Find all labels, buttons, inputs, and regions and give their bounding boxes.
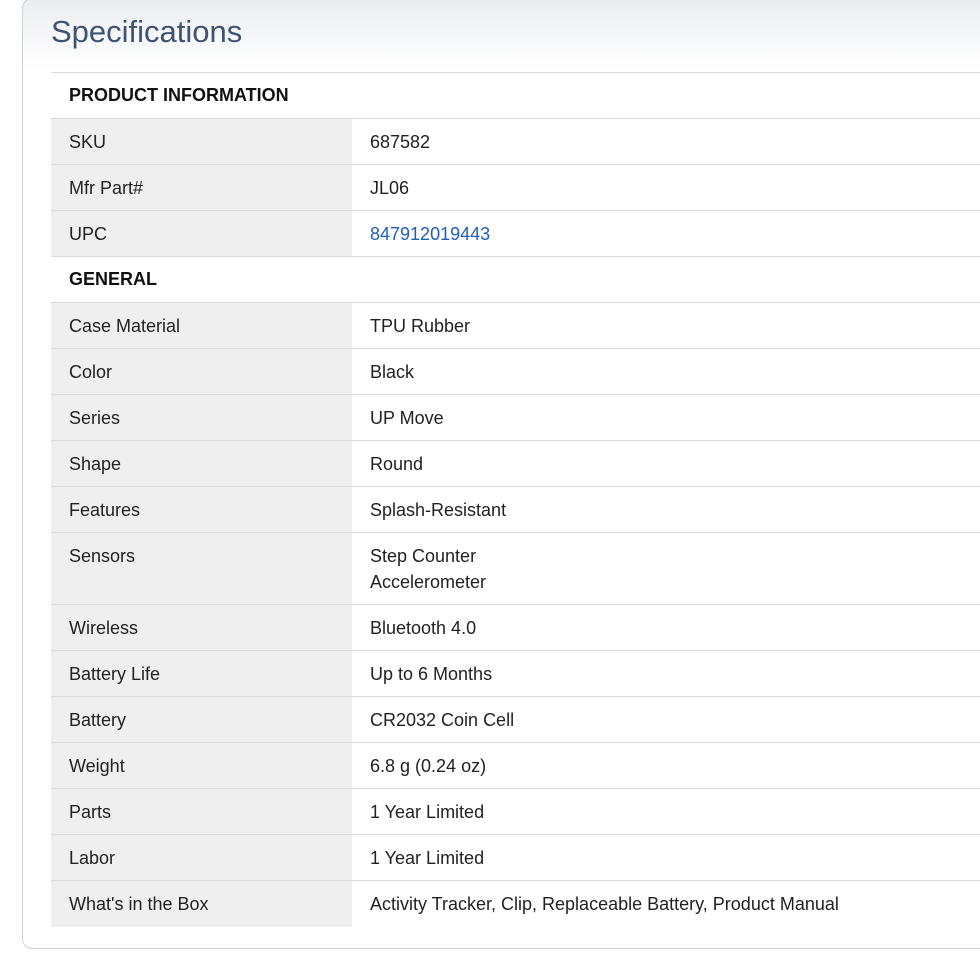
spec-row-parts: Parts 1 Year Limited: [51, 789, 980, 835]
spec-value-line: Step Counter: [370, 546, 477, 566]
spec-row-battery-life: Battery Life Up to 6 Months: [51, 651, 980, 697]
spec-value: 687582: [370, 132, 431, 152]
spec-label: Mfr Part#: [51, 165, 352, 210]
spec-row-series: Series UP Move: [51, 395, 980, 441]
spec-label: Series: [51, 395, 352, 440]
spec-label: Sensors: [51, 533, 352, 604]
spec-value: 847912019443: [352, 211, 980, 256]
spec-value: 1 Year Limited: [370, 848, 485, 868]
spec-row-case-material: Case Material TPU Rubber: [51, 303, 980, 349]
spec-label: Battery Life: [51, 651, 352, 696]
spec-label: Labor: [51, 835, 352, 880]
upc-link[interactable]: 847912019443: [370, 224, 490, 244]
spec-label: Color: [51, 349, 352, 394]
spec-label: Weight: [51, 743, 352, 788]
section-header-product-information: PRODUCT INFORMATION: [51, 73, 980, 119]
spec-row-weight: Weight 6.8 g (0.24 oz): [51, 743, 980, 789]
spec-label: What's in the Box: [51, 881, 352, 927]
spec-row-whats-in-the-box: What's in the Box Activity Tracker, Clip…: [51, 881, 980, 927]
specifications-table: PRODUCT INFORMATION SKU 687582 Mfr Part#…: [51, 72, 980, 927]
spec-row-features: Features Splash-Resistant: [51, 487, 980, 533]
page-title: Specifications: [51, 14, 243, 49]
spec-value: Up to 6 Months: [370, 664, 493, 684]
spec-row-sensors: Sensors Step Counter Accelerometer: [51, 533, 980, 605]
spec-row-mfr-part: Mfr Part# JL06: [51, 165, 980, 211]
spec-row-sku: SKU 687582: [51, 119, 980, 165]
spec-value: UP Move: [370, 408, 444, 428]
spec-value: 6.8 g (0.24 oz): [370, 756, 487, 776]
spec-value-line: Accelerometer: [370, 572, 487, 592]
spec-value: Step Counter Accelerometer: [352, 533, 980, 604]
spec-label: Features: [51, 487, 352, 532]
spec-label: Parts: [51, 789, 352, 834]
spec-value: Activity Tracker, Clip, Replaceable Batt…: [370, 894, 839, 914]
spec-value: Splash-Resistant: [370, 500, 507, 520]
spec-row-wireless: Wireless Bluetooth 4.0: [51, 605, 980, 651]
spec-value: TPU Rubber: [370, 316, 471, 336]
section-header-general: GENERAL: [51, 257, 980, 303]
spec-label: Battery: [51, 697, 352, 742]
spec-value: Bluetooth 4.0: [370, 618, 477, 638]
spec-row-labor: Labor 1 Year Limited: [51, 835, 980, 881]
spec-row-upc: UPC 847912019443: [51, 211, 980, 257]
spec-label: SKU: [51, 119, 352, 164]
spec-value: Round: [370, 454, 424, 474]
spec-value: JL06: [370, 178, 410, 198]
spec-label: UPC: [51, 211, 352, 256]
spec-row-shape: Shape Round: [51, 441, 980, 487]
spec-value: CR2032 Coin Cell: [370, 710, 515, 730]
spec-value: Black: [370, 362, 415, 382]
spec-row-color: Color Black: [51, 349, 980, 395]
spec-row-battery: Battery CR2032 Coin Cell: [51, 697, 980, 743]
spec-label: Shape: [51, 441, 352, 486]
spec-label: Case Material: [51, 303, 352, 348]
spec-value: 1 Year Limited: [370, 802, 485, 822]
spec-label: Wireless: [51, 605, 352, 650]
